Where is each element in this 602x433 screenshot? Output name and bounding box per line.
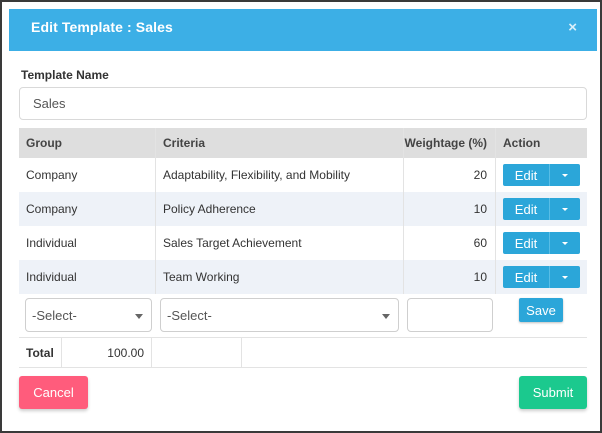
chevron-down-icon[interactable] (550, 275, 580, 279)
row-group: Individual (26, 270, 77, 284)
table-row: Company Adaptability, Flexibility, and M… (19, 158, 587, 192)
row-group: Company (26, 168, 78, 182)
group-select[interactable]: -Select- (25, 298, 152, 332)
modal-frame: Edit Template : Sales × Template Name Gr… (0, 0, 602, 433)
row-criteria: Sales Target Achievement (155, 226, 403, 260)
edit-button-label: Edit (514, 269, 538, 285)
template-name-label: Template Name (21, 68, 109, 82)
modal-title: Edit Template : Sales (31, 19, 173, 35)
template-name-input[interactable] (19, 87, 587, 120)
row-weightage: 60 (403, 226, 495, 260)
column-header-group: Group (26, 136, 62, 150)
edit-button[interactable]: Edit (503, 198, 580, 220)
total-empty-cell (151, 338, 241, 367)
row-weightage: 10 (403, 192, 495, 226)
table-row: Individual Sales Target Achievement 60 E… (19, 226, 587, 260)
row-group: Company (26, 202, 78, 216)
submit-button[interactable]: Submit (519, 376, 587, 409)
table-row: Company Policy Adherence 10 Edit (19, 192, 587, 226)
row-criteria: Policy Adherence (155, 192, 403, 226)
row-action: Edit (495, 192, 587, 226)
chevron-down-icon[interactable] (550, 207, 580, 211)
total-row: Total 100.00 (19, 338, 587, 368)
row-weightage: 10 (403, 260, 495, 294)
edit-button[interactable]: Edit (503, 232, 580, 254)
column-header-criteria: Criteria (155, 128, 403, 158)
chevron-down-icon (135, 314, 143, 319)
save-button[interactable]: Save (519, 298, 563, 322)
row-group: Individual (26, 236, 77, 250)
chevron-down-icon[interactable] (550, 173, 580, 177)
total-empty-cell (241, 338, 242, 367)
row-action: Edit (495, 158, 587, 192)
criteria-select-value: -Select- (167, 307, 212, 323)
chevron-down-icon[interactable] (550, 241, 580, 245)
group-select-value: -Select- (32, 307, 77, 323)
column-header-action: Action (495, 128, 587, 158)
chevron-down-icon (382, 314, 390, 319)
edit-button[interactable]: Edit (503, 266, 580, 288)
edit-button-label: Edit (514, 201, 538, 217)
edit-button[interactable]: Edit (503, 164, 580, 186)
row-action: Edit (495, 226, 587, 260)
close-icon[interactable]: × (568, 19, 577, 36)
total-label: Total (26, 345, 54, 360)
row-weightage: 20 (403, 158, 495, 192)
row-action: Edit (495, 260, 587, 294)
add-criteria-row: -Select- -Select- Save (19, 294, 587, 338)
column-header-weightage: Weightage (%) (403, 128, 495, 158)
table-row: Individual Team Working 10 Edit (19, 260, 587, 294)
total-value: 100.00 (61, 338, 151, 367)
row-criteria: Adaptability, Flexibility, and Mobility (155, 158, 403, 192)
modal-header: Edit Template : Sales × (9, 9, 597, 51)
weightage-input[interactable] (407, 298, 493, 332)
criteria-select[interactable]: -Select- (160, 298, 399, 332)
table-header: Group Criteria Weightage (%) Action (19, 128, 587, 158)
edit-button-label: Edit (514, 235, 538, 251)
cancel-button[interactable]: Cancel (19, 376, 88, 409)
edit-button-label: Edit (514, 167, 538, 183)
row-criteria: Team Working (155, 260, 403, 294)
